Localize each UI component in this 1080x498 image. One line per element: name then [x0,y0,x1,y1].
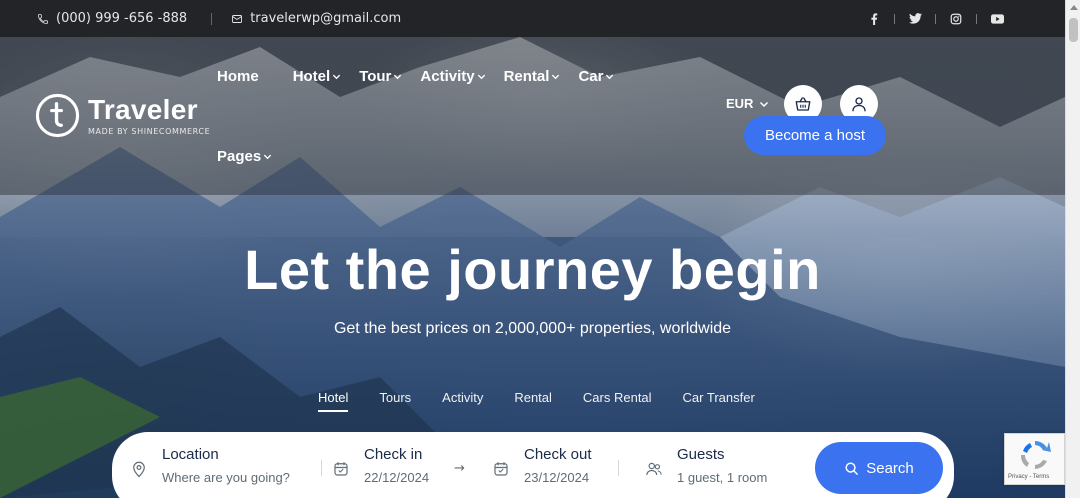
chevron-down-icon [264,154,272,159]
phone-contact[interactable]: (000) 999 -656 -888 [36,11,187,26]
brand-tagline: MADE BY SHINECOMMERCE [88,126,211,136]
nav-item-label: Rental [503,67,550,85]
top-bar: (000) 999 -656 -888 travelerwp@gmail.com [0,0,1065,37]
tab-car-transfer[interactable]: Car Transfer [683,390,755,412]
page-scrollbar[interactable] [1065,0,1080,498]
tab-activity[interactable]: Activity [442,390,483,412]
nav-item-home[interactable]: Home [217,66,259,86]
divider [618,460,619,476]
nav-item-tour[interactable]: Tour [359,66,402,86]
location-input[interactable]: Where are you going? [162,470,290,485]
tab-cars-rental[interactable]: Cars Rental [583,390,652,412]
mail-icon [230,12,244,26]
guests-field[interactable]: Guests 1 guest, 1 room [645,446,767,485]
nav-item-label: Activity [420,67,475,85]
nav-item-label: Home [217,67,259,85]
scroll-up-icon[interactable] [1070,5,1078,10]
recaptcha-text[interactable]: Privacy - Terms [1008,474,1049,480]
map-pin-icon [133,461,145,478]
nav-item-activity[interactable]: Activity [420,66,485,86]
nav-item-label: Car [578,67,604,85]
guests-label: Guests [677,446,725,463]
divider [935,13,936,24]
secondary-nav: Pages [217,146,290,166]
nav-item-pages[interactable]: Pages [217,146,272,166]
search-button-label: Search [866,459,914,477]
currency-selector[interactable]: EUR [726,96,769,111]
facebook-icon[interactable] [866,11,882,27]
checkin-field[interactable]: Check in 22/12/2024 [332,446,429,485]
calendar-icon [494,462,508,476]
chevron-down-icon [760,101,769,107]
chevron-down-icon [552,74,560,79]
divider [894,13,895,24]
nav-item-label: Hotel [292,67,331,85]
chevron-down-icon [606,74,614,79]
checkout-value: 23/12/2024 [524,470,590,485]
tab-tours[interactable]: Tours [379,390,411,412]
location-field[interactable]: Location Where are you going? [130,446,290,485]
email-contact[interactable]: travelerwp@gmail.com [230,11,401,26]
social-links [866,0,1005,37]
scrollbar-thumb[interactable] [1069,18,1078,42]
checkout-field[interactable]: Check out 23/12/2024 [492,446,592,485]
arrow-right-icon: → [454,461,465,476]
brand-logo[interactable]: Traveler MADE BY SHINECOMMERCE [35,93,210,138]
brand-name: Traveler [88,93,198,125]
checkin-value: 22/12/2024 [364,470,430,485]
location-label: Location [162,446,219,463]
recaptcha-icon [1020,441,1051,469]
nav-item-rental[interactable]: Rental [504,66,561,86]
instagram-icon[interactable] [948,11,964,27]
divider [211,12,213,25]
tab-hotel[interactable]: Hotel [318,390,349,412]
hero-subtitle: Get the best prices on 2,000,000+ proper… [333,320,732,337]
recaptcha-badge[interactable]: Privacy - Terms [1004,433,1065,485]
user-icon [852,97,866,112]
phone-number: (000) 999 -656 -888 [56,11,188,26]
search-button[interactable]: Search [815,442,943,494]
divider [321,460,322,476]
search-icon [845,461,859,475]
chevron-down-icon [394,74,402,79]
guests-value: 1 guest, 1 room [677,470,768,485]
email-address: travelerwp@gmail.com [250,11,402,26]
nav-item-hotel[interactable]: Hotel [293,66,342,86]
search-form: Location Where are you going? Check in 2… [112,432,954,498]
nav-item-label: Pages [217,147,262,165]
phone-icon [36,12,50,26]
nav-item-label: Tour [359,67,392,85]
tab-rental[interactable]: Rental [514,390,552,412]
youtube-icon[interactable] [989,11,1005,27]
calendar-icon [334,462,348,476]
become-host-button[interactable]: Become a host [744,116,886,155]
checkin-label: Check in [364,446,423,463]
divider [976,13,977,24]
twitter-icon[interactable] [907,11,923,27]
traveler-logo-icon [35,93,80,138]
nav-item-car[interactable]: Car [578,66,614,86]
service-tabs: Hotel Tours Activity Rental Cars Rental … [318,390,786,412]
chevron-down-icon [333,74,341,79]
guests-icon [646,462,662,476]
chevron-down-icon [477,74,485,79]
basket-icon [795,97,811,111]
hero-title: Let the journey begin [244,238,821,301]
checkout-label: Check out [524,446,592,463]
currency-value: EUR [726,96,754,111]
main-nav: Home Hotel Tour Activity Rental Car [217,66,632,86]
